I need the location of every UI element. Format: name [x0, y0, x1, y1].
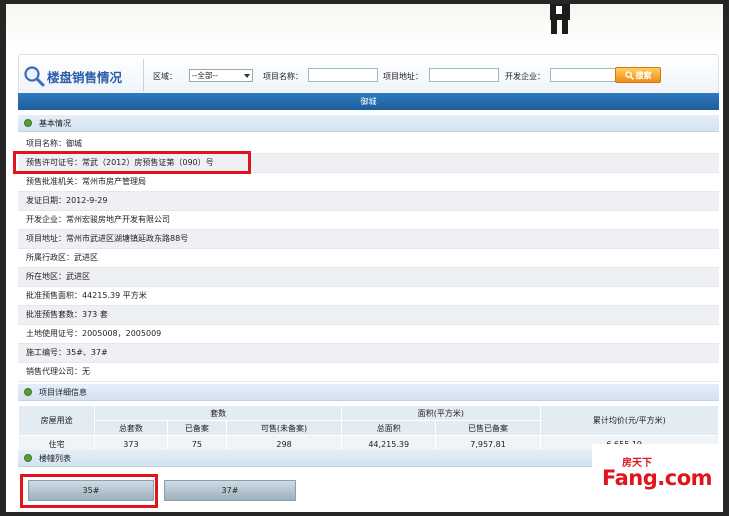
buildings-header[interactable]: 楼幢列表	[18, 450, 598, 467]
buildings-title: 楼幢列表	[39, 454, 71, 463]
basic-info-header[interactable]: 基本情况	[18, 115, 719, 132]
info-row-presale-area: 批准预售面积：44215.39 平方米	[18, 287, 719, 306]
info-value: 武进区	[66, 272, 90, 281]
developer-input[interactable]	[550, 68, 620, 82]
info-label: 预售批准机关：	[26, 177, 82, 186]
expand-icon	[24, 388, 32, 396]
fang-watermark: 房天下 Fang.com	[592, 444, 719, 494]
banner	[6, 4, 723, 48]
info-row-issue-date: 发证日期：2012-9-29	[18, 192, 719, 211]
project-address-label: 项目地址：	[383, 72, 423, 81]
info-value: 御城	[66, 139, 82, 148]
info-row-address: 项目地址：常州市武进区湖塘镇延政东路88号	[18, 230, 719, 249]
info-row-approval-authority: 预售批准机关：常州市房产管理局	[18, 173, 719, 192]
search-button[interactable]: 搜索	[615, 67, 661, 83]
person-figure-icon	[550, 4, 570, 34]
filed-units-header: 已备案	[166, 420, 228, 436]
watermark-word: Fang.com	[602, 466, 713, 490]
project-name-input[interactable]	[308, 68, 378, 82]
info-label: 项目名称：	[26, 139, 66, 148]
project-address-input[interactable]	[429, 68, 499, 82]
info-label: 销售代理公司：	[26, 367, 82, 376]
search-icon	[624, 70, 634, 80]
search-button-label: 搜索	[635, 70, 652, 80]
project-name-label: 项目名称：	[263, 72, 303, 81]
chevron-down-icon	[244, 74, 250, 78]
page-logo: 楼盘销售情况	[23, 65, 122, 87]
info-row-construction-no: 施工编号：35#、37#	[18, 344, 719, 363]
info-label: 施工编号：	[26, 348, 66, 357]
detail-info-title: 项目详细信息	[39, 388, 87, 397]
info-label: 项目地址：	[26, 234, 66, 243]
info-value: 44215.39 平方米	[82, 291, 147, 300]
project-title: 御城	[360, 97, 377, 106]
detail-info-header[interactable]: 项目详细信息	[18, 384, 719, 401]
magnifier-icon	[24, 66, 45, 87]
highlight-box-building	[20, 474, 158, 508]
units-header: 套数	[94, 405, 342, 421]
info-value: 武进区	[74, 253, 98, 262]
info-label: 开发企业：	[26, 215, 66, 224]
district-select[interactable]: --全部--	[189, 69, 253, 82]
developer-label: 开发企业：	[505, 72, 545, 81]
info-value: 2005008，2005009	[82, 329, 162, 338]
info-value: 常州市武进区湖塘镇延政东路88号	[66, 234, 189, 243]
total-units-header: 总套数	[94, 420, 168, 436]
info-row-presale-units: 批准预售套数：373 套	[18, 306, 719, 325]
usage-header: 房屋用途	[17, 405, 96, 436]
total-area-header: 总面积	[340, 420, 437, 436]
info-row-admin-district: 所属行政区：武进区	[18, 249, 719, 268]
screenshot-frame: 楼盘销售情况 区域： --全部-- 项目名称： 项目地址： 开发企业： 搜索 御…	[6, 4, 723, 512]
info-label: 所在地区：	[26, 272, 66, 281]
info-label: 批准预售面积：	[26, 291, 82, 300]
expand-icon	[24, 119, 32, 127]
expand-icon	[24, 454, 32, 462]
info-value: 常州宏骏房地产开发有限公司	[66, 215, 170, 224]
area-header: 面积(平方米)	[341, 405, 541, 421]
district-select-value: --全部--	[192, 71, 218, 80]
info-value: 2012-9-29	[66, 196, 108, 205]
info-label: 批准预售套数：	[26, 310, 82, 319]
search-bar: 楼盘销售情况 区域： --全部-- 项目名称： 项目地址： 开发企业： 搜索	[18, 54, 719, 96]
building-button-37[interactable]: 37#	[164, 480, 296, 501]
building-button-label: 37#	[221, 486, 239, 495]
divider	[143, 59, 144, 91]
info-value: 373 套	[82, 310, 108, 319]
basic-info-title: 基本情况	[39, 119, 71, 128]
info-value: 35#、37#	[66, 348, 108, 357]
info-row-sales-agent: 销售代理公司：无	[18, 363, 719, 382]
info-row-location: 所在地区：武进区	[18, 268, 719, 287]
district-label: 区域：	[153, 72, 177, 81]
avg-price-header: 累计均价(元/平方米)	[539, 405, 720, 436]
info-label: 土地使用证号：	[26, 329, 82, 338]
page-title: 楼盘销售情况	[47, 69, 123, 85]
info-row-land-cert: 土地使用证号：2005008，2005009	[18, 325, 719, 344]
info-row-developer: 开发企业：常州宏骏房地产开发有限公司	[18, 211, 719, 230]
highlight-box-permit	[13, 151, 251, 174]
project-title-bar: 御城	[18, 93, 719, 110]
info-label: 所属行政区：	[26, 253, 74, 262]
available-units-header: 可售(未备案)	[226, 420, 342, 436]
sold-area-header: 已售已备案	[435, 420, 541, 436]
info-label: 发证日期：	[26, 196, 66, 205]
info-value: 常州市房产管理局	[82, 177, 146, 186]
info-value: 无	[82, 367, 90, 376]
